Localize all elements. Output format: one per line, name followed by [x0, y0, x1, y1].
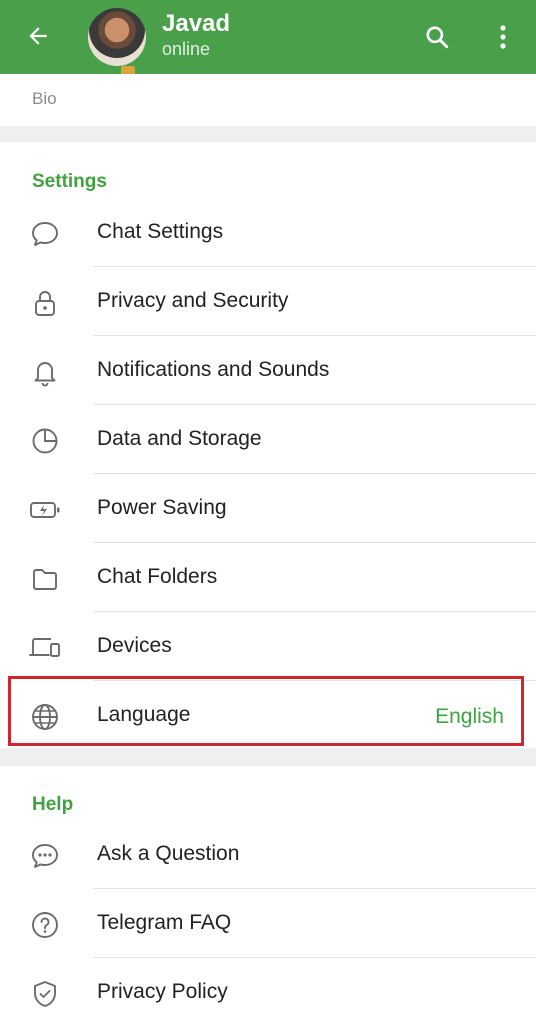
chat-bubble-icon	[28, 217, 62, 251]
bio-section: Bio	[0, 74, 536, 126]
settings-item-label: Privacy and Security	[97, 289, 289, 312]
help-item-ask-question[interactable]: Ask a Question	[0, 820, 536, 889]
lock-icon	[28, 286, 62, 320]
profile-name: Javad	[162, 10, 231, 37]
app-bar: Javad online	[0, 0, 536, 78]
globe-icon	[28, 700, 62, 734]
settings-item-label: Notifications and Sounds	[97, 358, 330, 381]
help-item-label: Telegram FAQ	[97, 911, 232, 934]
help-item-label: Ask a Question	[97, 842, 240, 865]
pie-chart-icon	[28, 424, 62, 458]
settings-item-data-storage[interactable]: Data and Storage	[0, 405, 536, 474]
settings-item-privacy-security[interactable]: Privacy and Security	[0, 267, 536, 336]
settings-item-label: Power Saving	[97, 496, 227, 519]
bell-icon	[28, 355, 62, 389]
search-icon[interactable]	[420, 20, 454, 54]
settings-item-label: Data and Storage	[97, 427, 262, 450]
shield-check-icon	[28, 977, 62, 1011]
settings-item-language[interactable]: Language English	[0, 681, 536, 750]
settings-item-devices[interactable]: Devices	[0, 612, 536, 681]
battery-icon	[28, 493, 62, 527]
help-item-faq[interactable]: Telegram FAQ	[0, 889, 536, 958]
language-value: English	[435, 705, 504, 728]
help-item-privacy-policy[interactable]: Privacy Policy	[0, 958, 536, 1027]
settings-item-power-saving[interactable]: Power Saving	[0, 474, 536, 543]
settings-item-label: Chat Folders	[97, 565, 218, 588]
help-section: Help Ask a Question Telegram FAQ Privacy…	[0, 766, 536, 1024]
settings-item-chat-folders[interactable]: Chat Folders	[0, 543, 536, 612]
folder-icon	[28, 562, 62, 596]
settings-item-chat-settings[interactable]: Chat Settings	[0, 198, 536, 267]
avatar[interactable]	[88, 8, 146, 66]
chat-dots-icon	[28, 839, 62, 873]
settings-item-label: Language	[97, 703, 191, 726]
help-title: Help	[32, 794, 74, 815]
help-item-label: Privacy Policy	[97, 980, 228, 1003]
settings-section: Settings Chat Settings Privacy and Secur…	[0, 142, 536, 748]
settings-item-label: Chat Settings	[97, 220, 224, 243]
section-divider	[0, 126, 536, 142]
back-arrow-icon[interactable]	[20, 18, 56, 54]
profile-status: online	[162, 39, 211, 59]
section-divider	[0, 748, 536, 766]
settings-title: Settings	[32, 171, 107, 192]
more-vertical-icon[interactable]	[488, 20, 518, 54]
devices-icon	[28, 631, 62, 665]
question-circle-icon	[28, 908, 62, 942]
settings-item-label: Devices	[97, 634, 172, 657]
settings-item-notifications[interactable]: Notifications and Sounds	[0, 336, 536, 405]
bio-label: Bio	[32, 89, 57, 108]
